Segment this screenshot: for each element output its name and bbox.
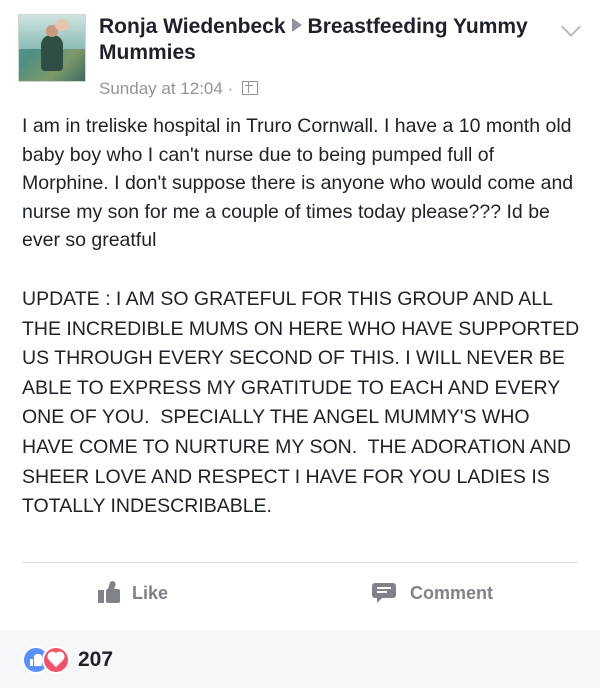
author-avatar[interactable]: [18, 14, 86, 82]
comment-bubble-icon: [372, 581, 396, 603]
thumbs-up-icon: [98, 580, 122, 603]
chevron-down-icon[interactable]: [561, 17, 581, 37]
like-button[interactable]: Like: [98, 580, 168, 606]
triangle-right-icon: [291, 18, 302, 32]
post-title-line: Ronja Wiedenbeck Breastfeeding Yummy Mumm…: [99, 14, 539, 66]
author-name[interactable]: Ronja Wiedenbeck: [99, 15, 286, 38]
reactions-bar: 207: [0, 630, 600, 688]
love-reaction-icon: [42, 646, 70, 674]
post-body: I am in treliske hospital in Truro Cornw…: [22, 115, 579, 251]
avatar-baby: [55, 19, 69, 31]
post-meta: Sunday at 12:04 ·: [99, 78, 258, 100]
meta-separator: ·: [227, 79, 234, 98]
comment-label: Comment: [410, 583, 494, 603]
post-timestamp[interactable]: Sunday at 12:04: [99, 79, 223, 98]
facebook-post: Ronja Wiedenbeck Breastfeeding Yummy Mumm…: [0, 0, 600, 688]
avatar-figure: [41, 35, 63, 71]
like-label: Like: [132, 583, 169, 603]
post-actions: Like Comment: [22, 570, 578, 616]
reaction-count[interactable]: 207: [78, 647, 113, 673]
post-header: Ronja Wiedenbeck Breastfeeding Yummy Mumm…: [18, 12, 581, 102]
post-update: UPDATE : I AM SO GRATEFUL FOR THIS GROUP…: [22, 288, 585, 518]
actions-top-divider: [22, 562, 578, 563]
comment-button[interactable]: Comment: [372, 580, 493, 606]
public-icon[interactable]: [241, 81, 258, 95]
